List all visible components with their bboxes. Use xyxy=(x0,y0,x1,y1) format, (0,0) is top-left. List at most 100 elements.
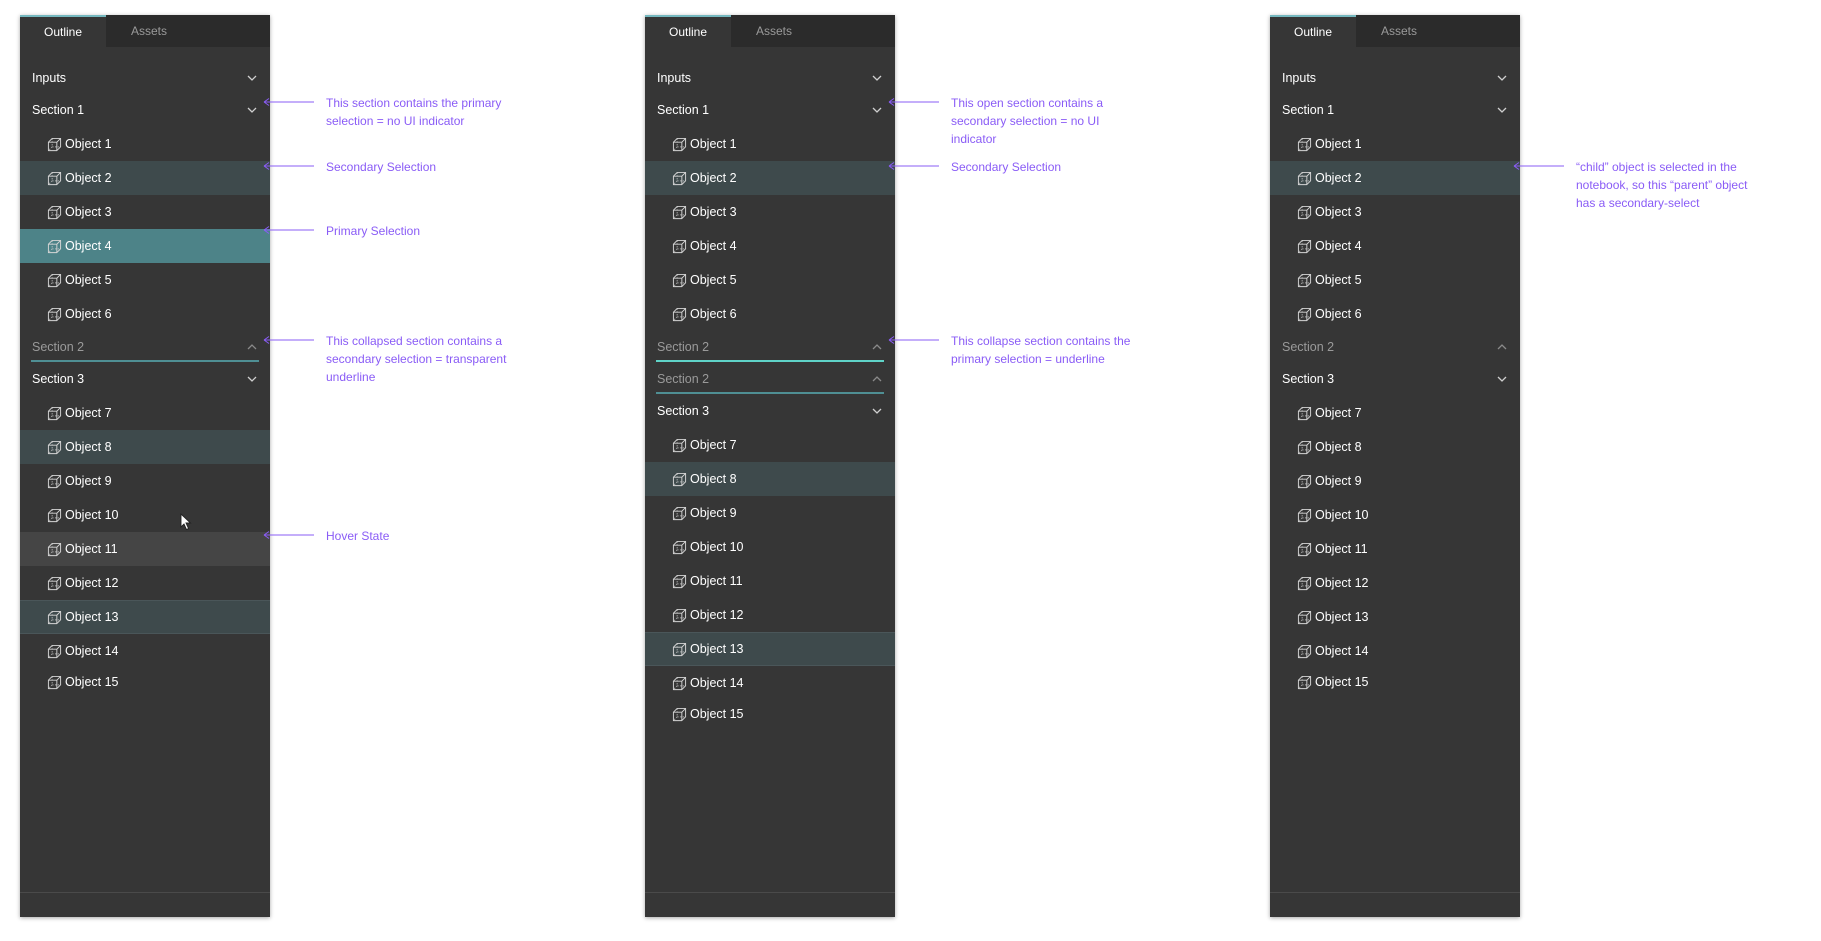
arrow-left-icon xyxy=(888,162,939,170)
section-header[interactable]: Section 3 xyxy=(645,396,895,426)
tab-assets[interactable]: Assets xyxy=(106,15,192,47)
object-row[interactable]: Object 10 xyxy=(20,498,270,532)
cube-icon xyxy=(1297,440,1312,454)
object-row[interactable]: Object 6 xyxy=(20,297,270,331)
tab-outline[interactable]: Outline xyxy=(645,15,731,47)
object-row[interactable]: Object 9 xyxy=(20,464,270,498)
object-row[interactable]: Object 9 xyxy=(1270,464,1520,498)
object-row[interactable]: Object 15 xyxy=(20,665,270,699)
section-header[interactable]: Inputs xyxy=(20,63,270,93)
object-row[interactable]: Object 7 xyxy=(1270,396,1520,430)
section-header[interactable]: Section 2 xyxy=(645,364,895,394)
cube-icon xyxy=(47,205,62,219)
object-row[interactable]: Object 6 xyxy=(645,297,895,331)
chevron-down-icon[interactable] xyxy=(871,405,883,417)
object-row[interactable]: Object 8 xyxy=(1270,430,1520,464)
object-row[interactable]: Object 12 xyxy=(20,566,270,600)
chevron-up-icon[interactable] xyxy=(871,373,883,385)
section-header[interactable]: Section 1 xyxy=(645,95,895,125)
object-row[interactable]: Object 10 xyxy=(1270,498,1520,532)
object-label: Object 5 xyxy=(1315,273,1362,287)
annotation-text: Secondary Selection xyxy=(951,160,1062,174)
object-row[interactable]: Object 7 xyxy=(20,396,270,430)
chevron-up-icon[interactable] xyxy=(871,341,883,353)
chevron-up-icon[interactable] xyxy=(1496,341,1508,353)
cube-icon xyxy=(47,675,62,689)
object-row[interactable]: Object 9 xyxy=(645,496,895,530)
object-row[interactable]: Object 1 xyxy=(1270,127,1520,161)
object-row[interactable]: Object 4 xyxy=(20,229,270,263)
object-label: Object 1 xyxy=(1315,137,1362,151)
object-label: Object 4 xyxy=(1315,239,1362,253)
annotation: Primary Selection xyxy=(263,222,516,240)
object-row[interactable]: Object 4 xyxy=(645,229,895,263)
object-label: Object 13 xyxy=(1315,610,1369,624)
object-row[interactable]: Object 3 xyxy=(1270,195,1520,229)
object-row[interactable]: Object 5 xyxy=(645,263,895,297)
object-row[interactable]: Object 12 xyxy=(1270,566,1520,600)
chevron-down-icon[interactable] xyxy=(1496,373,1508,385)
section-header[interactable]: Section 2 xyxy=(645,332,895,362)
tab-assets[interactable]: Assets xyxy=(731,15,817,47)
object-row[interactable]: Object 12 xyxy=(645,598,895,632)
section-header[interactable]: Section 1 xyxy=(20,95,270,125)
section-header[interactable]: Section 1 xyxy=(1270,95,1520,125)
object-row[interactable]: Object 2 xyxy=(1270,161,1520,195)
object-row[interactable]: Object 5 xyxy=(20,263,270,297)
tab-assets[interactable]: Assets xyxy=(1356,15,1442,47)
tab-outline[interactable]: Outline xyxy=(20,15,106,47)
object-row[interactable]: Object 7 xyxy=(645,428,895,462)
object-row[interactable]: Object 1 xyxy=(645,127,895,161)
object-row[interactable]: Object 6 xyxy=(1270,297,1520,331)
object-row[interactable]: Object 13 xyxy=(20,600,270,634)
chevron-down-icon[interactable] xyxy=(1496,104,1508,116)
object-row[interactable]: Object 11 xyxy=(20,532,270,566)
annotation-text: This collapse section contains the prima… xyxy=(951,334,1131,366)
cube-icon xyxy=(672,540,687,554)
chevron-down-icon[interactable] xyxy=(246,72,258,84)
object-row[interactable]: Object 8 xyxy=(20,430,270,464)
section-header[interactable]: Inputs xyxy=(645,63,895,93)
section-header[interactable]: Section 3 xyxy=(1270,364,1520,394)
object-row[interactable]: Object 14 xyxy=(1270,634,1520,668)
object-row[interactable]: Object 2 xyxy=(645,161,895,195)
object-row[interactable]: Object 14 xyxy=(645,666,895,700)
object-row[interactable]: Object 13 xyxy=(1270,600,1520,634)
cube-icon xyxy=(672,239,687,253)
object-row[interactable]: Object 3 xyxy=(645,195,895,229)
object-row[interactable]: Object 5 xyxy=(1270,263,1520,297)
chevron-down-icon[interactable] xyxy=(246,373,258,385)
object-row[interactable]: Object 1 xyxy=(20,127,270,161)
panel-footer xyxy=(645,892,895,917)
annotation: Hover State xyxy=(263,527,516,545)
cube-icon xyxy=(47,440,62,454)
chevron-down-icon[interactable] xyxy=(1496,72,1508,84)
object-row[interactable]: Object 2 xyxy=(20,161,270,195)
chevron-down-icon[interactable] xyxy=(871,104,883,116)
section-header[interactable]: Section 3 xyxy=(20,364,270,394)
object-label: Object 11 xyxy=(690,574,743,588)
object-row[interactable]: Object 10 xyxy=(645,530,895,564)
object-label: Object 2 xyxy=(690,171,737,185)
cube-icon xyxy=(47,171,62,185)
object-row[interactable]: Object 3 xyxy=(20,195,270,229)
object-label: Object 5 xyxy=(690,273,737,287)
object-row[interactable]: Object 15 xyxy=(1270,665,1520,699)
cube-icon xyxy=(47,610,62,624)
object-row[interactable]: Object 13 xyxy=(645,632,895,666)
section-label: Section 3 xyxy=(32,371,85,386)
object-row[interactable]: Object 8 xyxy=(645,462,895,496)
chevron-down-icon[interactable] xyxy=(246,104,258,116)
object-row[interactable]: Object 15 xyxy=(645,697,895,731)
section-header[interactable]: Section 2 xyxy=(1270,332,1520,362)
object-row[interactable]: Object 11 xyxy=(1270,532,1520,566)
chevron-down-icon[interactable] xyxy=(871,72,883,84)
object-label: Object 8 xyxy=(690,472,737,486)
tab-outline[interactable]: Outline xyxy=(1270,15,1356,47)
object-row[interactable]: Object 4 xyxy=(1270,229,1520,263)
object-row[interactable]: Object 14 xyxy=(20,634,270,668)
section-header[interactable]: Section 2 xyxy=(20,332,270,362)
object-row[interactable]: Object 11 xyxy=(645,564,895,598)
section-header[interactable]: Inputs xyxy=(1270,63,1520,93)
chevron-up-icon[interactable] xyxy=(246,341,258,353)
